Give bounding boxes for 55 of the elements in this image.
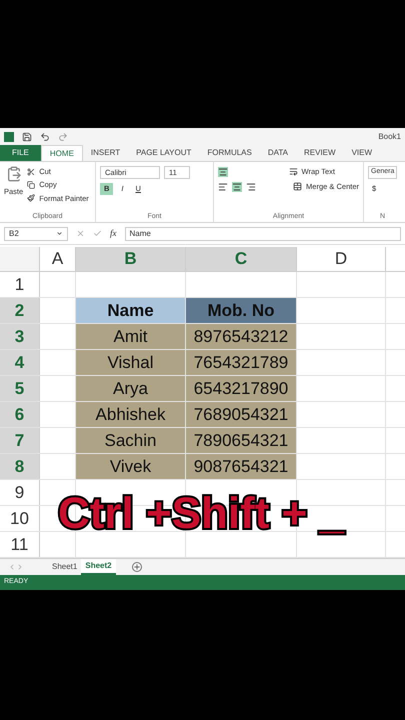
formula-field[interactable]: Name [124, 226, 401, 240]
table-cell-text: Arya [113, 378, 148, 400]
scissors-icon [27, 168, 36, 176]
add-sheet-icon[interactable] [132, 562, 142, 572]
table-cell-text: 8976543212 [194, 326, 288, 348]
ribbon-tab[interactable]: REVIEW [296, 145, 344, 161]
table-cell-text: 7890654321 [194, 430, 288, 452]
table-cell-text: 9087654321 [194, 456, 288, 478]
table-cell-text: Vivek [110, 456, 152, 478]
align-center-icon[interactable] [232, 182, 242, 192]
ribbon-tab[interactable]: FORMULAS [199, 145, 260, 161]
row-header[interactable]: 7 [0, 428, 40, 453]
ribbon-tab[interactable]: DATA [260, 145, 296, 161]
row-header[interactable]: 8 [0, 454, 40, 479]
table-cell-text: 7689054321 [194, 404, 288, 426]
table-cell-text: Vishal [108, 352, 154, 374]
paintbrush-icon [27, 194, 36, 202]
row-header[interactable]: 4 [0, 350, 40, 375]
name-box[interactable]: B2 [4, 226, 68, 240]
excel-logo-icon [4, 132, 14, 142]
table-cell-text: Abhishek [96, 404, 166, 426]
ribbon-tab[interactable]: PAGE LAYOUT [128, 145, 200, 161]
function-icon[interactable]: fx [110, 226, 116, 240]
column-header[interactable]: C [186, 247, 297, 271]
row-header[interactable]: 3 [0, 324, 40, 349]
redo-icon[interactable] [58, 132, 68, 142]
align-left-icon[interactable] [218, 182, 228, 192]
table-cell-text: Amit [114, 326, 148, 348]
ribbon-tab[interactable]: INSERT [82, 145, 128, 161]
column-header[interactable]: B [76, 247, 186, 271]
file-tab[interactable]: FILE [0, 145, 41, 161]
sheet-tab[interactable]: Sheet1 [48, 559, 82, 575]
ribbon-tab[interactable]: VIEW [344, 145, 380, 161]
undo-icon[interactable] [40, 132, 50, 142]
align-right-icon[interactable] [246, 182, 256, 192]
save-icon[interactable] [22, 132, 32, 142]
align-icon[interactable] [218, 166, 228, 177]
table-cell-text: 6543217890 [194, 378, 288, 400]
row-header[interactable]: 5 [0, 376, 40, 401]
row-header[interactable]: 6 [0, 402, 40, 427]
table-cell-text: Mob. No [207, 300, 275, 322]
sheet-tab[interactable]: Sheet2 [81, 559, 116, 575]
merge-icon [293, 182, 302, 192]
window-title: Book1 [378, 130, 401, 142]
cancel-icon[interactable] [76, 229, 85, 238]
copy-icon [27, 180, 36, 189]
wrap-text-icon [288, 167, 298, 176]
table-cell-text: Sachin [104, 430, 156, 452]
ribbon-tab[interactable]: HOME [40, 145, 83, 161]
clipboard-icon [6, 166, 22, 182]
column-header[interactable]: D [297, 247, 386, 271]
table-cell-text: Name [107, 300, 154, 322]
table-cell-text: 7654321789 [194, 352, 288, 374]
row-header[interactable]: 2 [0, 298, 40, 323]
caption: Ctrl +Shift + _ [58, 492, 344, 536]
